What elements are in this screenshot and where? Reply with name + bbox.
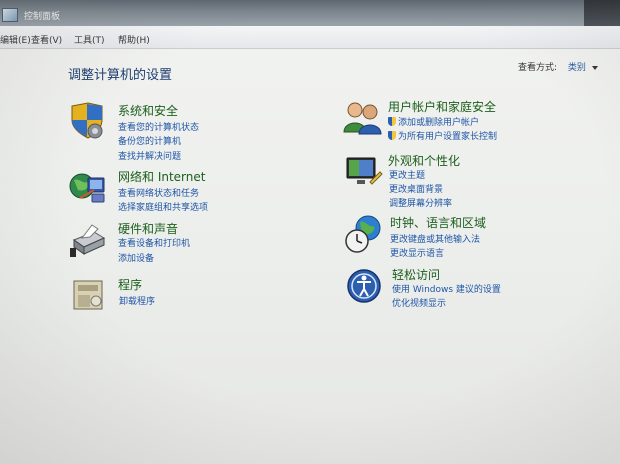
- link-adjust-resolution[interactable]: 调整屏幕分辨率: [389, 196, 452, 209]
- ease-of-access-icon[interactable]: [346, 266, 386, 306]
- category-title-appearance[interactable]: 外观和个性化: [388, 152, 460, 169]
- link-backup-computer[interactable]: 备份您的计算机: [118, 134, 181, 147]
- clock-globe-icon[interactable]: [344, 214, 384, 254]
- programs-icon[interactable]: [68, 275, 108, 315]
- link-windows-recommended-settings[interactable]: 使用 Windows 建议的设置: [392, 282, 501, 295]
- link-add-remove-accounts[interactable]: 添加或删除用户帐户: [388, 115, 479, 128]
- link-find-fix-problems[interactable]: 查找并解决问题: [118, 149, 181, 162]
- link-view-network-status[interactable]: 查看网络状态和任务: [118, 186, 199, 199]
- category-title-system[interactable]: 系统和安全: [118, 102, 178, 119]
- chevron-down-icon[interactable]: [591, 65, 598, 70]
- window-titlebar[interactable]: 控制面板: [0, 0, 620, 26]
- uac-shield-icon: [388, 131, 396, 140]
- category-title-ease[interactable]: 轻松访问: [392, 266, 440, 283]
- link-parental-controls[interactable]: 为所有用户设置家长控制: [388, 129, 497, 142]
- view-by-dropdown[interactable]: 类别: [568, 63, 586, 73]
- link-uninstall-program[interactable]: 卸载程序: [119, 294, 155, 307]
- view-by-label: 查看方式:: [518, 63, 558, 73]
- page-title: 调整计算机的设置: [68, 68, 173, 83]
- menu-help[interactable]: 帮助(H): [118, 33, 150, 46]
- category-title-users[interactable]: 用户帐户和家庭安全: [388, 98, 496, 115]
- link-change-display-language[interactable]: 更改显示语言: [390, 246, 444, 259]
- globe-network-icon[interactable]: [68, 168, 108, 208]
- uac-shield-icon: [388, 117, 396, 126]
- menu-bar: 编辑(E) 查看(V) 工具(T) 帮助(H): [0, 26, 620, 49]
- window-title: 控制面板: [24, 12, 61, 22]
- category-title-clock[interactable]: 时钟、语言和区域: [390, 214, 486, 231]
- link-homegroup-sharing[interactable]: 选择家庭组和共享选项: [118, 200, 208, 213]
- control-panel-icon: [2, 8, 18, 22]
- printer-icon[interactable]: [68, 220, 108, 260]
- window-caption-buttons[interactable]: [584, 0, 620, 26]
- link-change-theme[interactable]: 更改主题: [389, 168, 425, 181]
- category-title-programs[interactable]: 程序: [118, 276, 142, 293]
- users-icon[interactable]: [342, 98, 382, 138]
- category-title-hardware[interactable]: 硬件和声音: [118, 220, 178, 237]
- link-change-desktop-background[interactable]: 更改桌面背景: [389, 182, 443, 195]
- link-devices-printers[interactable]: 查看设备和打印机: [118, 236, 190, 249]
- category-title-network[interactable]: 网络和 Internet: [118, 168, 205, 185]
- monitor-icon[interactable]: [344, 152, 384, 192]
- menu-edit[interactable]: 编辑(E): [0, 33, 31, 46]
- link-change-input-method[interactable]: 更改键盘或其他输入法: [390, 232, 480, 245]
- menu-tools[interactable]: 工具(T): [74, 33, 105, 46]
- link-optimize-visual-display[interactable]: 优化视频显示: [392, 296, 446, 309]
- menu-view[interactable]: 查看(V): [31, 33, 62, 46]
- link-view-computer-status[interactable]: 查看您的计算机状态: [118, 120, 199, 133]
- link-add-device[interactable]: 添加设备: [118, 251, 154, 264]
- view-by-control[interactable]: 查看方式: 类别: [518, 60, 598, 73]
- shield-icon[interactable]: [68, 102, 108, 142]
